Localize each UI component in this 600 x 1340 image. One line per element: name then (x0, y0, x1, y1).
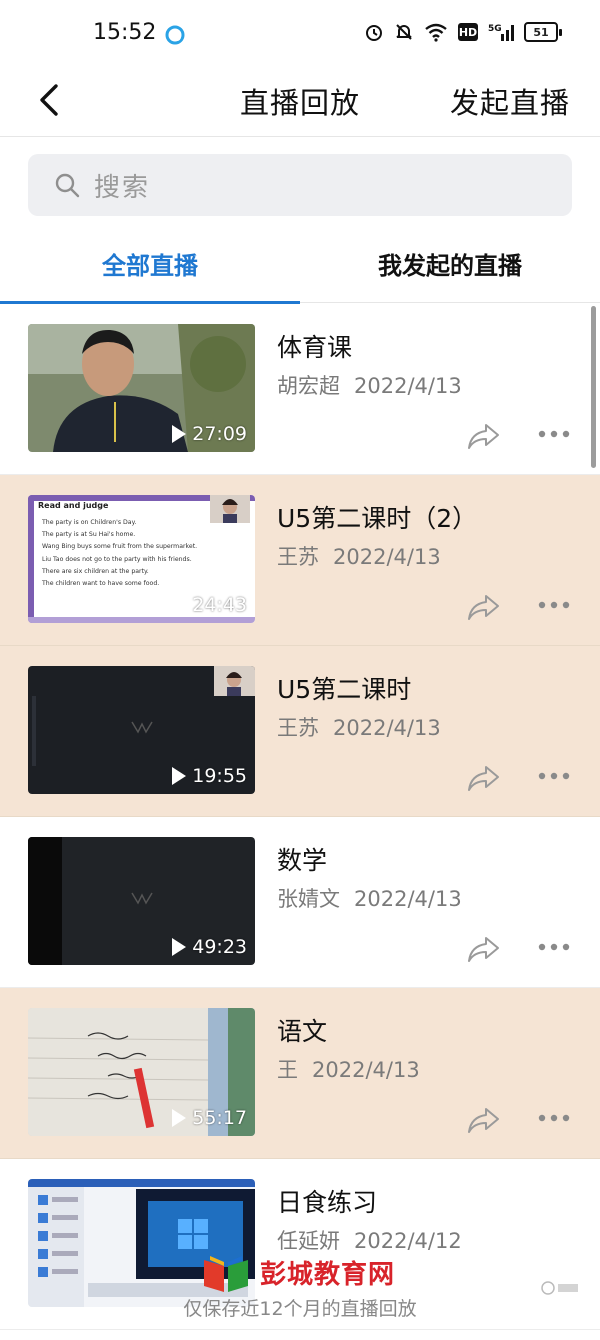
item-author: 王 (277, 1058, 298, 1082)
watermark-text: 彭城教育网 (260, 1259, 396, 1290)
video-duration: 24:43 (172, 594, 247, 616)
tab-all-live[interactable]: 全部直播 (0, 246, 300, 281)
share-icon[interactable] (466, 1105, 500, 1135)
more-options-icon[interactable] (536, 1112, 572, 1124)
item-meta: 王苏 2022/4/13 (277, 712, 441, 742)
list-item[interactable]: 19:55 U5第二课时 王苏 2022/4/13 (0, 646, 600, 817)
tab-bar: 全部直播 我发起的直播 (0, 232, 600, 304)
svg-text:5G: 5G (488, 24, 502, 34)
back-arrow-icon[interactable] (30, 78, 74, 122)
status-time: 15:52 (93, 20, 157, 45)
search-icon (55, 173, 80, 198)
video-thumbnail[interactable]: 19:55 (28, 666, 255, 794)
item-author: 张婧文 (277, 887, 340, 911)
list-item[interactable]: 55:17 语文 王 2022/4/13 (0, 988, 600, 1159)
play-icon (172, 596, 187, 614)
nav-bar: 直播回放 发起直播 (0, 68, 600, 137)
video-thumbnail[interactable]: 27:09 (28, 324, 255, 452)
share-icon[interactable] (466, 592, 500, 622)
wifi-icon (425, 23, 447, 42)
item-author: 王苏 (277, 716, 319, 740)
item-date: 2022/4/13 (333, 716, 441, 740)
video-duration: 49:23 (172, 936, 247, 958)
video-duration: 55:17 (172, 1107, 247, 1129)
video-thumbnail[interactable]: 55:17 (28, 1008, 255, 1136)
start-live-button[interactable]: 发起直播 (450, 80, 570, 122)
item-title: 日食练习 (277, 1188, 378, 1217)
item-date: 2022/4/13 (354, 887, 462, 911)
more-options-icon[interactable] (536, 428, 572, 440)
book-logo-icon (204, 1256, 248, 1292)
item-meta: 胡宏超 2022/4/13 (277, 370, 462, 400)
more-options-icon[interactable] (536, 599, 572, 611)
play-icon (172, 767, 187, 785)
item-title: U5第二课时 (277, 675, 412, 704)
status-bar: 15:52 HD 5G 51 (0, 0, 600, 68)
hd-badge: HD (458, 23, 478, 41)
video-duration: 19:55 (172, 765, 247, 787)
slide-heading: Read and judge (38, 501, 109, 510)
item-meta: 王苏 2022/4/13 (277, 541, 441, 571)
item-date: 2022/4/13 (354, 374, 462, 398)
mute-bell-icon (396, 24, 412, 40)
alarm-icon (366, 25, 382, 41)
list-item[interactable]: 27:09 体育课 胡宏超 2022/4/13 (0, 304, 600, 475)
replay-list: 27:09 体育课 胡宏超 2022/4/13 Read and judge T… (0, 304, 600, 1330)
item-meta: 张婧文 2022/4/13 (277, 883, 462, 913)
tab-my-live[interactable]: 我发起的直播 (300, 246, 600, 281)
item-author: 王苏 (277, 545, 319, 569)
more-options-icon[interactable] (536, 941, 572, 953)
item-title: U5第二课时（2） (277, 504, 478, 533)
play-icon (172, 1109, 187, 1127)
item-date: 2022/4/13 (333, 545, 441, 569)
battery-level: 51 (524, 22, 558, 42)
search-placeholder: 搜索 (94, 172, 151, 203)
play-icon (172, 425, 187, 443)
retention-note: 仅保存近12个月的直播回放 (183, 1298, 417, 1320)
signal-icon: 5G (488, 24, 514, 41)
more-options-icon[interactable] (536, 770, 572, 782)
video-thumbnail[interactable]: Read and judge The party is on Children'… (28, 495, 255, 623)
app-notification-icon (165, 25, 185, 45)
item-title: 语文 (277, 1017, 328, 1046)
search-input[interactable]: 搜索 (28, 154, 572, 216)
item-title: 数学 (277, 846, 328, 875)
video-thumbnail[interactable]: 49:23 (28, 837, 255, 965)
site-watermark: 彭城教育网 (200, 1250, 395, 1294)
list-item[interactable]: Read and judge The party is on Children'… (0, 475, 600, 646)
item-meta: 王 2022/4/13 (277, 1054, 420, 1084)
item-date: 2022/4/13 (312, 1058, 420, 1082)
list-scrollbar[interactable] (591, 306, 596, 468)
battery-icon: 51 (524, 22, 562, 42)
share-icon[interactable] (466, 763, 500, 793)
status-icons: HD 5G 51 (364, 22, 562, 42)
video-duration: 27:09 (172, 423, 247, 445)
play-icon (172, 938, 187, 956)
item-title: 体育课 (277, 333, 353, 362)
item-author: 胡宏超 (277, 374, 340, 398)
list-item[interactable]: 49:23 数学 张婧文 2022/4/13 (0, 817, 600, 988)
share-icon[interactable] (466, 421, 500, 451)
share-icon[interactable] (466, 934, 500, 964)
slide-lines: The party is on Children's Day. The part… (42, 519, 198, 588)
